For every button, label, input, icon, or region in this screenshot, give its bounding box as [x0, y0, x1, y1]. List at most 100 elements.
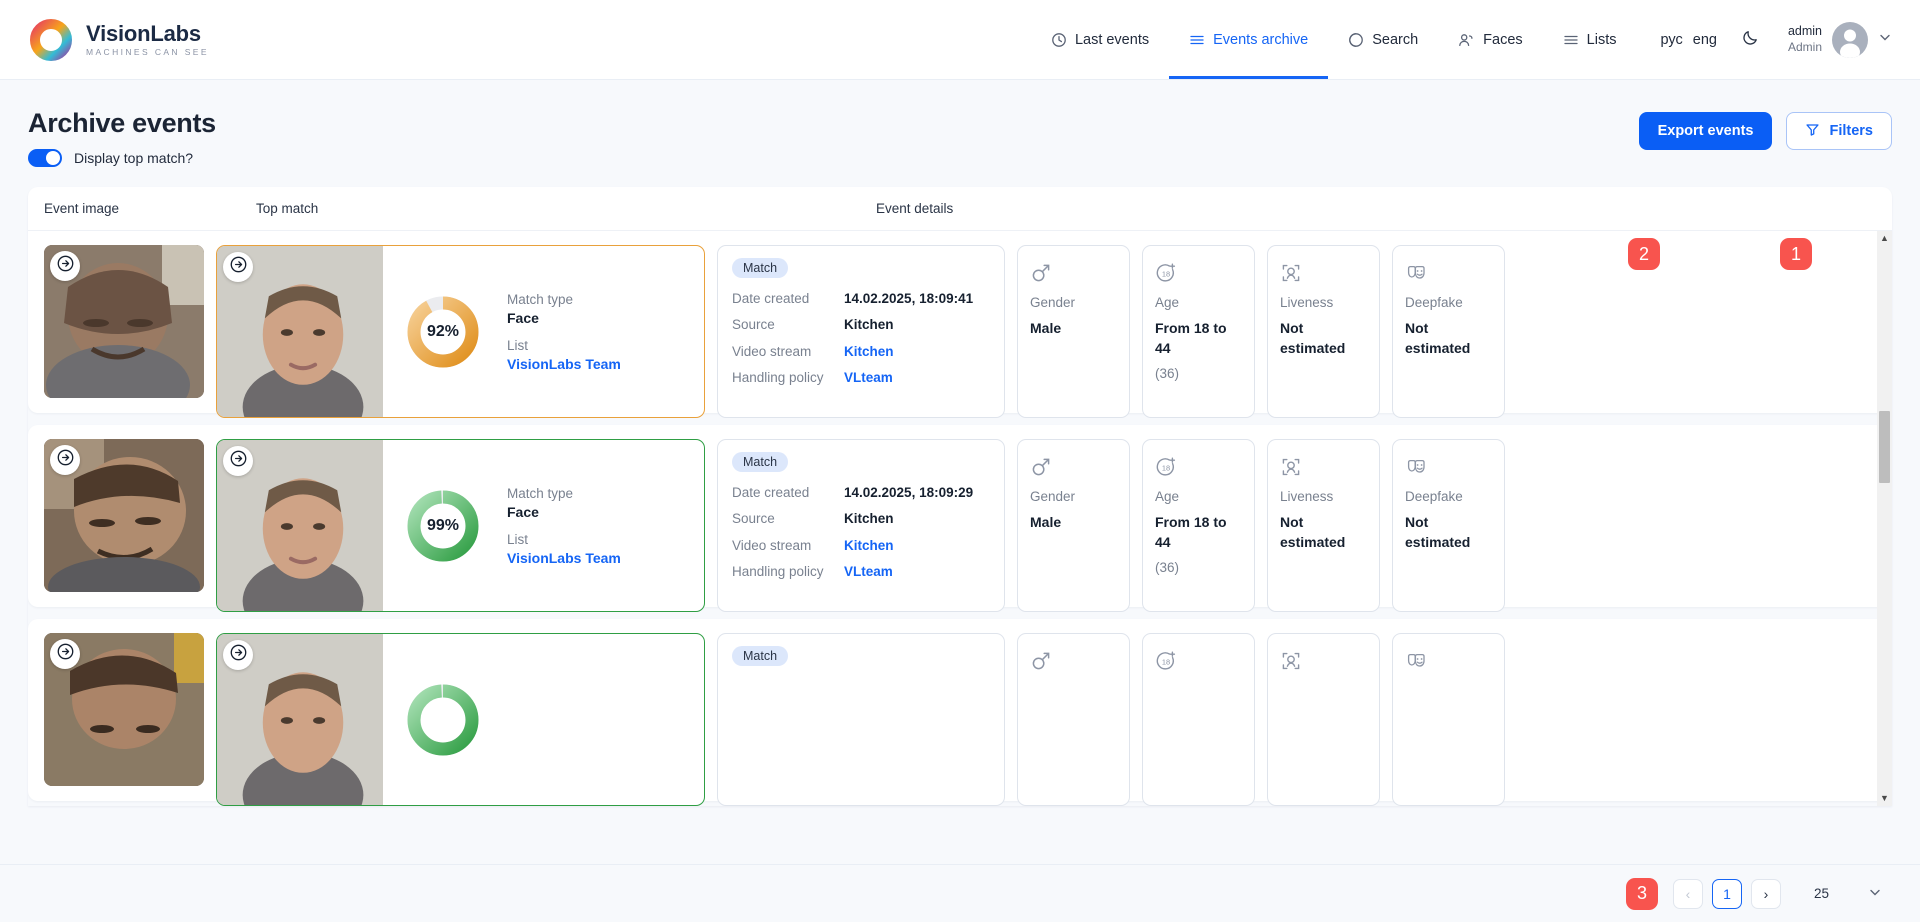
detail-date-created: Date created 14.02.2025, 18:09:41 — [732, 286, 990, 312]
events-list-scrollbar[interactable]: ▲ ▼ — [1877, 231, 1892, 806]
attribute-label: Deepfake — [1405, 295, 1492, 310]
nav-label: Faces — [1483, 32, 1523, 48]
filters-button[interactable]: Filters — [1786, 112, 1892, 150]
scrollbar-thumb[interactable] — [1879, 411, 1890, 483]
app-header: VisionLabs MACHINES CAN SEE Last events … — [0, 0, 1920, 80]
lang-option-en[interactable]: eng — [1693, 32, 1717, 48]
match-face-thumbnail[interactable] — [217, 634, 383, 805]
language-switcher[interactable]: рус eng — [1661, 32, 1717, 48]
nav-item-events-archive[interactable]: Events archive — [1169, 0, 1328, 79]
table-row[interactable]: 92% Match type Face List VisionLabs Team… — [28, 231, 1892, 413]
detail-value-link[interactable]: Kitchen — [844, 339, 894, 365]
page-header: Archive events Display top match? Export… — [28, 80, 1892, 167]
top-match-card[interactable]: 92% Match type Face List VisionLabs Team — [216, 245, 705, 418]
arrow-right-circle-icon — [56, 254, 75, 278]
theme-toggle-button[interactable] — [1741, 28, 1760, 52]
top-match-card[interactable]: 99% Match type Face List VisionLabs Team — [216, 439, 705, 612]
attribute-label: Age — [1155, 489, 1242, 504]
match-type-value: Face — [507, 310, 621, 326]
events-list-viewport: 92% Match type Face List VisionLabs Team… — [28, 231, 1892, 806]
open-event-button[interactable] — [50, 445, 80, 475]
chevron-down-icon[interactable] — [1878, 30, 1892, 49]
nav-item-lists[interactable]: Lists — [1543, 0, 1637, 79]
event-image-thumbnail[interactable] — [44, 245, 204, 398]
detail-value-link[interactable]: VLteam — [844, 365, 893, 391]
pagination-page-1[interactable]: 1 — [1712, 879, 1742, 909]
detail-key: Date created — [732, 480, 844, 506]
attribute-card-gender: Gender Male — [1017, 245, 1130, 418]
detail-value-link[interactable]: VLteam — [844, 559, 893, 585]
attribute-card-liveness — [1267, 633, 1380, 806]
open-event-button[interactable] — [50, 639, 80, 669]
age-18-plus-icon: 18 — [1155, 259, 1242, 287]
match-list-link[interactable]: VisionLabs Team — [507, 550, 621, 566]
attribute-card-gender: Gender Male — [1017, 439, 1130, 612]
detail-key: Video stream — [732, 533, 844, 559]
top-match-card[interactable] — [216, 633, 705, 806]
detail-value: Kitchen — [844, 506, 894, 532]
deepfake-masks-icon — [1405, 647, 1492, 675]
detail-handling-policy: Handling policy VLteam — [732, 559, 990, 585]
clock-icon — [1051, 32, 1067, 48]
match-score-donut — [405, 682, 481, 758]
scroll-down-arrow-icon[interactable]: ▼ — [1880, 791, 1889, 806]
target-icon — [1348, 32, 1364, 48]
avatar[interactable] — [1832, 22, 1868, 58]
detail-key: Source — [732, 312, 844, 338]
attributes-group: Gender Male 18 Age — [1017, 245, 1505, 418]
table-row[interactable]: Match — [28, 619, 1892, 801]
deepfake-masks-icon — [1405, 259, 1492, 287]
detail-key: Handling policy — [732, 559, 844, 585]
pagination-prev-button[interactable]: ‹ — [1673, 879, 1703, 909]
age-18-plus-icon: 18 — [1155, 453, 1242, 481]
pagination: 3 ‹ 1 › 25 — [0, 864, 1920, 922]
table-row[interactable]: 99% Match type Face List VisionLabs Team… — [28, 425, 1892, 607]
nav-item-faces[interactable]: Faces — [1438, 0, 1543, 79]
attributes-group: 18 — [1017, 633, 1505, 806]
attribute-label: Deepfake — [1405, 489, 1492, 504]
event-details-card: Match Date created 14.02.2025, 18:09:29 … — [717, 439, 1005, 612]
attribute-card-deepfake: Deepfake Not estimated — [1392, 245, 1505, 418]
lang-option-ru[interactable]: рус — [1661, 32, 1683, 48]
page-actions: Export events Filters — [1639, 108, 1892, 150]
match-score-donut: 99% — [405, 488, 481, 564]
event-image-thumbnail[interactable] — [44, 633, 204, 786]
page-title: Archive events — [28, 108, 216, 139]
user-login: admin — [1788, 24, 1822, 40]
table-header-row: Event image Top match Event details — [28, 187, 1892, 231]
match-type-label: Match type — [507, 292, 621, 307]
nav-label: Last events — [1075, 32, 1149, 48]
detail-key: Video stream — [732, 339, 844, 365]
display-top-match-toggle[interactable] — [28, 149, 62, 167]
event-image-thumbnail[interactable] — [44, 439, 204, 592]
brand-logo[interactable]: VisionLabs MACHINES CAN SEE — [30, 19, 209, 61]
match-list-link[interactable]: VisionLabs Team — [507, 356, 621, 372]
match-face-thumbnail[interactable] — [217, 246, 383, 417]
scroll-up-arrow-icon[interactable]: ▲ — [1880, 231, 1889, 246]
open-match-button[interactable] — [223, 446, 253, 476]
event-details-card: Match — [717, 633, 1005, 806]
user-menu[interactable]: admin Admin — [1788, 22, 1892, 58]
match-list-label: List — [507, 338, 621, 353]
detail-key: Handling policy — [732, 365, 844, 391]
attribute-label: Gender — [1030, 295, 1117, 310]
moon-icon — [1741, 28, 1760, 52]
match-face-thumbnail[interactable] — [217, 440, 383, 611]
age-18-plus-icon: 18 — [1155, 647, 1242, 675]
pagination-next-button[interactable]: › — [1751, 879, 1781, 909]
page-size-select[interactable]: 25 — [1800, 879, 1892, 909]
detail-video-stream: Video stream Kitchen — [732, 339, 990, 365]
open-event-button[interactable] — [50, 251, 80, 281]
attribute-card-deepfake: Deepfake Not estimated — [1392, 439, 1505, 612]
detail-value-link[interactable]: Kitchen — [844, 533, 894, 559]
nav-label: Search — [1372, 32, 1418, 48]
liveness-face-icon — [1280, 453, 1367, 481]
open-match-button[interactable] — [223, 640, 253, 670]
match-score-value: 92% — [405, 294, 481, 370]
open-match-button[interactable] — [223, 252, 253, 282]
attributes-group: Gender Male 18 Age — [1017, 439, 1505, 612]
arrow-right-circle-icon — [56, 448, 75, 472]
nav-item-last-events[interactable]: Last events — [1031, 0, 1169, 79]
nav-item-search[interactable]: Search — [1328, 0, 1438, 79]
export-events-button[interactable]: Export events — [1639, 112, 1773, 150]
